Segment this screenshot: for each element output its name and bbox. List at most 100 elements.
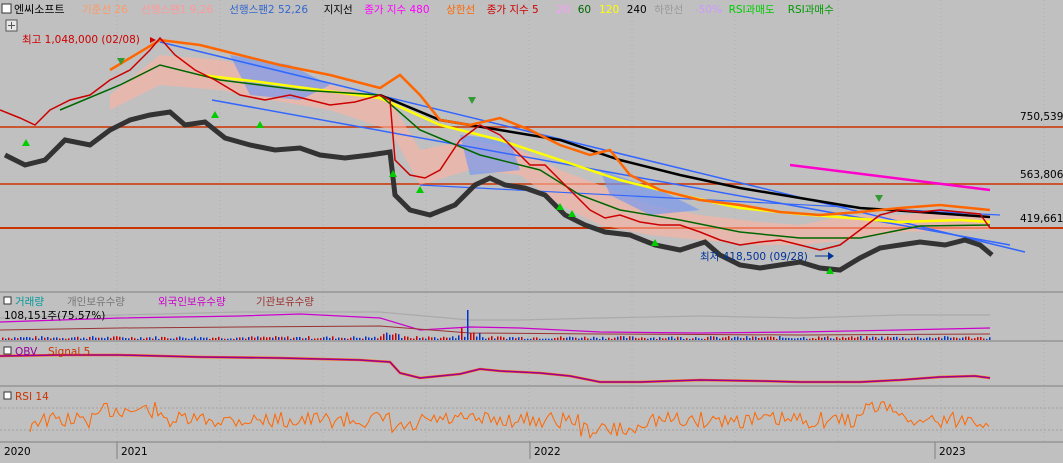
volume-bar (836, 337, 838, 340)
volume-bar (77, 336, 79, 340)
volume-bar (191, 338, 193, 340)
volume-bar (521, 336, 523, 340)
settings-icon[interactable] (1, 3, 12, 14)
volume-bar (173, 338, 175, 340)
volume-bar (44, 337, 46, 340)
volume-bar (671, 336, 673, 340)
legend-item[interactable]: RSI과매도 (729, 4, 775, 16)
volume-bar (527, 338, 529, 340)
volume-bar (692, 338, 694, 340)
volume-bar (839, 338, 841, 340)
volume-bar (275, 336, 277, 340)
volume-bar (320, 338, 322, 340)
volume-bar (335, 338, 337, 340)
volume-bar (683, 338, 685, 340)
volume-bar (293, 337, 295, 340)
legend-item[interactable]: RSI과매수 (788, 4, 834, 16)
volume-bar (911, 337, 913, 340)
volume-bar (809, 338, 811, 340)
volume-bar (128, 338, 130, 340)
obv-label: OBV (15, 346, 38, 358)
volume-bar (266, 337, 268, 340)
volume-bar (794, 338, 796, 340)
volume-bar (890, 337, 892, 340)
volume-bar (221, 338, 223, 340)
volume-bar (314, 338, 316, 340)
volume-bar (962, 337, 964, 340)
volume-bar (296, 337, 298, 340)
volume-bar (491, 336, 493, 340)
volume-bar (551, 338, 553, 340)
legend-item[interactable]: 120 (599, 4, 619, 16)
volume-bar (821, 337, 823, 340)
volume-bar (170, 338, 172, 340)
volume-bar (662, 338, 664, 340)
volume-bar (824, 337, 826, 340)
volume-bar (575, 337, 577, 340)
volume-bar (284, 337, 286, 340)
volume-bar (656, 338, 658, 340)
volume-bar (980, 336, 982, 340)
volume-bar (668, 337, 670, 340)
volume-bar (410, 338, 412, 340)
legend-item[interactable]: 240 (627, 4, 647, 16)
volume-bar (863, 338, 865, 340)
volume-bar (119, 336, 121, 340)
volume-bar (23, 337, 25, 340)
volume-bar (368, 337, 370, 340)
legend-item[interactable]: 상한선 (446, 4, 475, 16)
volume-bar (929, 337, 931, 340)
volume-bar (176, 337, 178, 340)
volume-bar (791, 338, 793, 340)
volume-bar (149, 337, 151, 340)
volume-bar (122, 337, 124, 340)
volume-bar (908, 338, 910, 340)
volume-bar (431, 337, 433, 340)
volume-bar (872, 336, 874, 340)
volume-bar (62, 337, 64, 340)
volume-bar (101, 337, 103, 340)
legend-item[interactable]: 기준선 26 (82, 4, 128, 16)
volume-bar (359, 337, 361, 340)
legend-item[interactable]: 선행스팬1 9,26 (141, 4, 213, 16)
volume-bar (944, 336, 946, 340)
volume-bar (857, 336, 859, 340)
volume-bar (17, 338, 19, 340)
volume-bar (746, 336, 748, 340)
volume-bar (494, 338, 496, 340)
volume-bar (350, 337, 352, 340)
volume-bar (392, 334, 394, 340)
volume-bar (758, 337, 760, 340)
volume-bar (68, 338, 70, 340)
volume-bar (581, 337, 583, 340)
volume-bar (875, 337, 877, 340)
volume-bar (242, 337, 244, 340)
legend-item[interactable]: -50% (695, 4, 722, 16)
volume-bar (986, 338, 988, 340)
volume-bar (854, 337, 856, 340)
volume-bar (542, 338, 544, 340)
volume-bar (638, 338, 640, 340)
legend-item[interactable]: 종가 지수 480 (364, 4, 429, 16)
volume-bar (233, 338, 235, 340)
volume-bar (815, 338, 817, 340)
volume-bar (422, 337, 424, 340)
volume-bar (674, 338, 676, 340)
volume-bar (440, 337, 442, 340)
legend-item[interactable]: 20 (556, 4, 569, 16)
volume-bar (56, 337, 58, 340)
volume-bar (884, 338, 886, 340)
legend-item[interactable]: 지지선 (324, 4, 353, 16)
volume-bar (32, 338, 34, 340)
volume-bar (380, 336, 382, 340)
chart-canvas: 750,539 563,806 419,661 최고 1,048,000 (02… (0, 0, 1063, 459)
legend-item[interactable]: 종가 지수 5 (487, 4, 539, 16)
volume-bar (704, 338, 706, 340)
legend-item[interactable]: 선행스팬2 52,26 (229, 4, 308, 16)
legend-item[interactable]: 하한선 (654, 3, 683, 16)
obv-signal-label: Signal 5 (48, 346, 90, 358)
volume-bar (497, 336, 499, 340)
volume-bar (887, 336, 889, 340)
volume-bar (965, 336, 967, 340)
legend-item[interactable]: 60 (578, 4, 591, 16)
